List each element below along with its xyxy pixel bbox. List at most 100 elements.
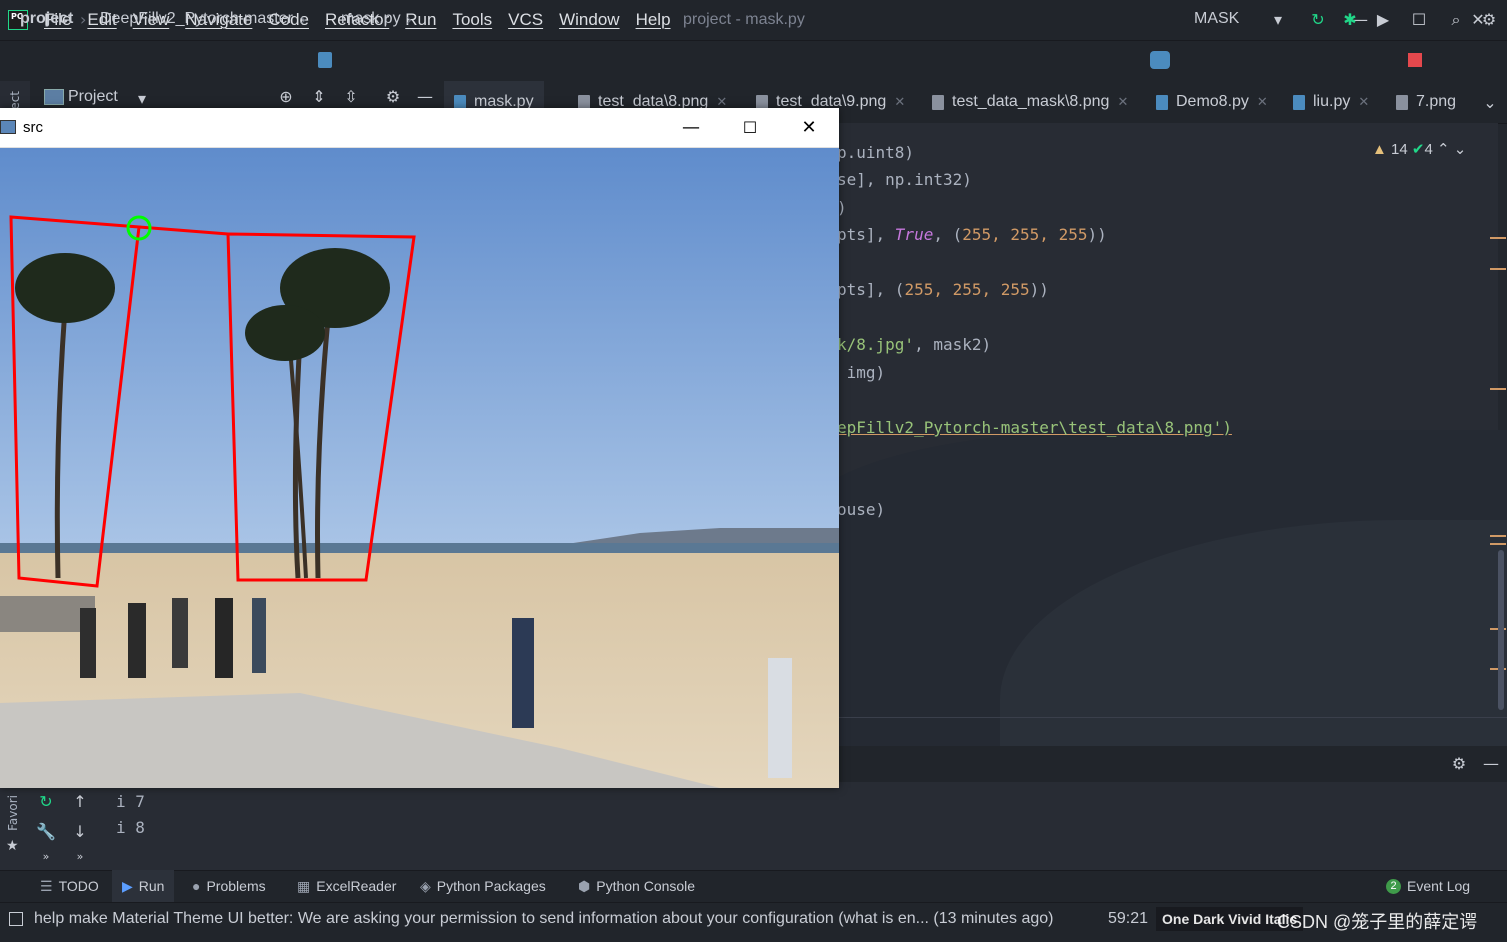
breadcrumb-project[interactable]: project [20, 10, 73, 28]
python-file-icon [318, 52, 332, 68]
editor-scrollbar[interactable] [1498, 550, 1504, 710]
scroll-down-icon[interactable]: ↓ [70, 822, 90, 842]
inspection-widget[interactable]: ▲ 14 ✔4 ⌃ ⌄ [1372, 140, 1466, 158]
tool-python-packages[interactable]: ◈ Python Packages [410, 870, 556, 902]
coverage-icon[interactable]: ▶ [1373, 10, 1393, 30]
favorites-star-icon[interactable]: ★ [6, 838, 19, 854]
src-close-button[interactable]: ✕ [789, 115, 829, 141]
layers-icon: ◈ [420, 877, 431, 894]
hide-panel-icon[interactable]: — [415, 87, 435, 107]
wrench-icon[interactable]: 🔧 [36, 822, 56, 842]
rerun-console-icon[interactable]: ↻ [36, 792, 56, 812]
caret-position[interactable]: 59:21 [1108, 910, 1148, 928]
info-icon: ● [192, 878, 201, 894]
favorites-side-label[interactable]: Favori [6, 795, 20, 831]
menu-help[interactable]: Help [628, 10, 679, 30]
project-side-label: ect [8, 91, 22, 110]
close-tab-icon[interactable]: ✕ [1358, 94, 1369, 110]
error-stripe-mark[interactable] [1490, 543, 1506, 545]
menu-run[interactable]: Run [397, 10, 444, 30]
code-line: img) [837, 363, 886, 382]
python-file-icon [1293, 94, 1305, 110]
run-configuration-select[interactable]: MASK [1194, 10, 1239, 28]
breadcrumb-folder[interactable]: DeepFillv2_Pytorch-master [100, 10, 293, 28]
person [80, 608, 96, 678]
tabs-overflow-icon[interactable]: ⌄ [1480, 93, 1500, 113]
tool-todo[interactable]: ☰ TODO [30, 870, 109, 902]
scroll-up-icon[interactable]: ↑ [70, 792, 90, 812]
src-maximize-button[interactable]: ☐ [730, 115, 770, 141]
console-line: i 7 [116, 792, 145, 811]
search-icon[interactable]: ⌕ [1446, 10, 1466, 30]
code-line: ouse) [837, 500, 886, 519]
tab-7-png[interactable]: 7.png [1386, 81, 1466, 123]
warning-icon: ▲ [1372, 141, 1387, 158]
more-actions-icon[interactable]: » [36, 847, 56, 867]
project-tool-title[interactable]: Project [68, 88, 118, 106]
breadcrumb-separator-icon: › [300, 10, 307, 29]
src-window-titlebar[interactable] [0, 108, 839, 148]
menu-tools[interactable]: Tools [444, 10, 500, 30]
breadcrumb-file[interactable]: mask.py [341, 10, 401, 28]
project-folder-icon [44, 89, 64, 105]
tab-demo8-py[interactable]: Demo8.py ✕ [1146, 81, 1278, 123]
tool-excelreader[interactable]: ▦ ExcelReader [287, 870, 406, 902]
debug-bug-icon[interactable]: ✱ [1340, 10, 1360, 30]
person [128, 603, 146, 678]
console-line: i 8 [116, 818, 145, 837]
tab-label: test_data_mask\8.png [952, 93, 1110, 110]
tab-label: 7.png [1416, 93, 1457, 110]
code-line: epFillv2_Pytorch-master\test_data\8.png'… [837, 418, 1232, 437]
palm-fronds [245, 305, 325, 361]
rerun-icon[interactable]: ↻ [1308, 10, 1328, 30]
excel-icon: ▦ [297, 877, 311, 894]
maximize-button[interactable]: ☐ [1404, 8, 1434, 32]
run-icon: ▶ [122, 877, 133, 894]
toggle-panels-icon[interactable] [9, 912, 23, 926]
next-highlight-icon[interactable]: ⌄ [1454, 141, 1467, 158]
error-stripe-mark[interactable] [1490, 268, 1506, 270]
tool-event-log[interactable]: 2 Event Log [1376, 870, 1480, 902]
error-stripe-mark[interactable] [1490, 535, 1506, 537]
stop-icon[interactable] [1408, 53, 1422, 67]
error-stripe-mark[interactable] [1490, 388, 1506, 390]
menu-window[interactable]: Window [551, 10, 627, 30]
tab-label: liu.py [1313, 93, 1351, 110]
python-config-icon [1150, 51, 1170, 69]
beach-photo-canvas[interactable] [0, 148, 839, 788]
run-console[interactable] [0, 782, 1507, 870]
menu-vcs[interactable]: VCS [500, 10, 551, 30]
status-message[interactable]: help make Material Theme UI better: We a… [34, 910, 1068, 928]
tool-python-console[interactable]: ⬢ Python Console [568, 870, 705, 902]
project-settings-icon[interactable]: ⚙ [383, 87, 403, 107]
hide-run-panel-icon[interactable]: — [1481, 754, 1501, 774]
image-file-icon [1396, 94, 1408, 110]
code-line: se], np.int32) [837, 170, 972, 189]
previous-highlight-icon[interactable]: ⌃ [1437, 141, 1450, 158]
tool-run[interactable]: ▶ Run [112, 870, 175, 902]
expand-all-icon[interactable]: ⇕ [309, 87, 329, 107]
project-dropdown-icon[interactable]: ▾ [132, 89, 152, 109]
collapse-all-icon[interactable]: ⇳ [341, 87, 361, 107]
tool-problems[interactable]: ● Problems [182, 870, 276, 902]
close-tab-icon[interactable]: ✕ [1117, 94, 1128, 110]
close-tab-icon[interactable]: ✕ [1257, 94, 1268, 110]
code-line: pts], True, (255, 255, 255)) [837, 225, 1107, 244]
person [252, 598, 266, 673]
error-stripe-mark[interactable] [1490, 237, 1506, 239]
tab-test-data-mask-8[interactable]: test_data_mask\8.png ✕ [922, 81, 1138, 123]
locate-target-icon[interactable]: ⊕ [276, 87, 296, 107]
tab-liu-py[interactable]: liu.py ✕ [1283, 81, 1379, 123]
src-minimize-button[interactable]: — [671, 115, 711, 141]
watermark-text: CSDN @笼子里的薛定谔 [1277, 912, 1478, 932]
code-line: pts], (255, 255, 255)) [837, 280, 1049, 299]
close-tab-icon[interactable]: ✕ [894, 94, 905, 110]
more-actions-icon[interactable]: » [70, 847, 90, 867]
breadcrumb-separator-icon: › [406, 10, 413, 29]
dropdown-arrow-icon[interactable]: ▾ [1268, 10, 1288, 30]
src-image-window[interactable]: src — ☐ ✕ [0, 108, 839, 788]
person [172, 598, 188, 668]
python-file-icon [1156, 94, 1168, 110]
run-panel-settings-icon[interactable]: ⚙ [1449, 754, 1469, 774]
settings-gear-icon[interactable]: ⚙ [1479, 10, 1499, 30]
